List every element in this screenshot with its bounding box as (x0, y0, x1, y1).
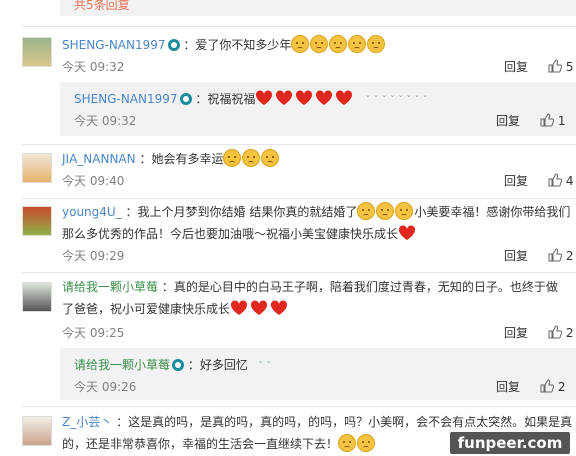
heart-icon (336, 90, 353, 105)
sub-reply-1: SHENG-NAN1997 ：祝福祝福 ˇ ˇ ˇ ˇ ˇ ˇ ˇ ˇ (74, 88, 428, 112)
thumbs-up-icon (548, 248, 562, 262)
comment-2: JIA_NANNAN ：她会有多幸运 (62, 148, 280, 170)
divider (22, 26, 576, 27)
heart-icon (296, 90, 313, 105)
avatar[interactable] (22, 282, 52, 312)
emoji-icon (338, 434, 357, 452)
watermark-logo: funpeer.com (450, 432, 570, 454)
username[interactable]: JIA_NANNAN (62, 152, 136, 166)
thumbs-up-icon (548, 59, 562, 73)
emoji-icon (242, 149, 261, 167)
like-count: 2 (565, 326, 574, 340)
divider (22, 198, 576, 199)
like-button[interactable]: 2 (548, 245, 573, 267)
timestamp: 今天 09:29 (62, 249, 125, 263)
comment-1: SHENG-NAN1997 ：爱了你不知多少年 (62, 34, 386, 56)
comment-3-line2: 那么多优秀的作品！今后也要加油哦～祝福小美宝健康快乐成长 (62, 223, 418, 245)
heart-icon (276, 90, 293, 105)
reply-button[interactable]: 回复 (496, 110, 520, 132)
comment-4-line2: 了爸爸，祝小可爱健康快乐成长 (62, 298, 290, 320)
emoji-icon (357, 202, 376, 220)
emoji-icon (291, 35, 310, 53)
thumbs-up-icon (548, 173, 562, 187)
emoji-icon (329, 35, 348, 53)
comment-text: 那么多优秀的作品！今后也要加油哦～祝福小美宝健康快乐成长 (62, 227, 399, 241)
comment-text: ：爱了你不知多少年 (183, 38, 292, 52)
comment-text: 小美要幸福！感谢你带给我们 (414, 205, 571, 219)
emoji-icon (357, 434, 376, 452)
comment-text: ：真的是心目中的白马王子啊，陪着我们度过青春，无知的日子。也终于做 (161, 280, 558, 294)
comment-5: Z_小芸丶 ：这是真的吗，是真的吗，真的吗，的吗，吗？小美啊，会不会有点太突然。… (62, 411, 572, 433)
comment-text: ：祝福祝福 (195, 92, 256, 106)
thumbs-up-icon (540, 113, 554, 127)
avatar[interactable] (22, 37, 52, 67)
like-button[interactable]: 2 (548, 322, 573, 344)
vip-icon (167, 39, 180, 51)
avatar[interactable] (22, 153, 52, 183)
thumbs-up-icon (548, 325, 562, 339)
comment-text: 的，还是非常恭喜你，幸福的生活会一直继续下去！ (62, 437, 339, 451)
username[interactable]: SHENG-NAN1997 (62, 38, 166, 52)
timestamp: 今天 09:40 (62, 174, 125, 188)
comment-text: ：这是真的吗，是真的吗，真的吗，的吗，吗？小美啊，会不会有点太突然。如果是真 (116, 415, 573, 429)
like-count: 2 (557, 380, 566, 394)
timestamp: 今天 09:25 (62, 326, 125, 340)
emoji-icon (376, 202, 395, 220)
thumbs-up-icon (540, 379, 554, 393)
vip-icon (179, 93, 192, 105)
vip-icon (172, 359, 185, 371)
reply-button[interactable]: 回复 (504, 322, 528, 344)
decor-icon: ˇ ˇ ˇ ˇ ˇ ˇ ˇ ˇ (365, 95, 428, 106)
comment-3: young4U_ ：我上个月梦到你结婚 结果你真的就结婚了 小美要幸福！感谢你带给… (62, 201, 570, 223)
comment-text: ：她会有多幸运 (139, 152, 224, 166)
decor-icon: ˇ ˇ (257, 361, 272, 372)
comment-5-line2: 的，还是非常恭喜你，幸福的生活会一直继续下去！ (62, 433, 376, 455)
like-count: 4 (565, 174, 574, 188)
emoji-icon (261, 149, 280, 167)
like-count: 5 (565, 60, 574, 74)
avatar[interactable] (22, 416, 52, 446)
like-count: 1 (557, 114, 566, 128)
like-button[interactable]: 1 (540, 110, 565, 132)
more-replies-link[interactable]: 共5条回复 (74, 0, 130, 16)
emoji-icon (223, 149, 242, 167)
heart-icon (250, 300, 268, 315)
heart-icon (230, 300, 248, 315)
heart-icon (256, 90, 273, 105)
emoji-icon (395, 202, 414, 220)
timestamp: 今天 09:26 (74, 380, 137, 394)
username[interactable]: SHENG-NAN1997 (74, 92, 178, 106)
heart-icon (398, 225, 416, 240)
divider (22, 406, 576, 407)
username[interactable]: young4U_ (62, 205, 122, 219)
comment-text: 了爸爸，祝小可爱健康快乐成长 (62, 302, 231, 316)
divider (22, 144, 576, 145)
reply-button[interactable]: 回复 (504, 56, 528, 78)
emoji-icon (348, 35, 367, 53)
avatar[interactable] (22, 206, 52, 236)
emoji-icon (310, 35, 329, 53)
username[interactable]: 请给我一颗小草莓 (62, 280, 158, 294)
comment-text: ：我上个月梦到你结婚 结果你真的就结婚了 (125, 205, 358, 219)
heart-icon (270, 300, 288, 315)
reply-button[interactable]: 回复 (504, 245, 528, 267)
emoji-icon (367, 35, 386, 53)
comment-4: 请给我一颗小草莓 ：真的是心目中的白马王子啊，陪着我们度过青春，无知的日子。也终… (62, 276, 558, 298)
like-button[interactable]: 2 (540, 376, 565, 398)
sub-reply-2: 请给我一颗小草莓 ：好多回忆 ˇ ˇ (74, 354, 271, 378)
timestamp: 今天 09:32 (74, 114, 137, 128)
username[interactable]: Z_小芸丶 (62, 415, 112, 429)
heart-icon (316, 90, 333, 105)
reply-box-top (60, 0, 576, 16)
username[interactable]: 请给我一颗小草莓 (74, 358, 170, 372)
like-button[interactable]: 4 (548, 170, 573, 192)
like-count: 2 (565, 249, 574, 263)
reply-button[interactable]: 回复 (496, 376, 520, 398)
timestamp: 今天 09:32 (62, 60, 125, 74)
divider (22, 272, 576, 273)
reply-button[interactable]: 回复 (504, 170, 528, 192)
comment-text: ：好多回忆 (187, 358, 248, 372)
like-button[interactable]: 5 (548, 56, 573, 78)
